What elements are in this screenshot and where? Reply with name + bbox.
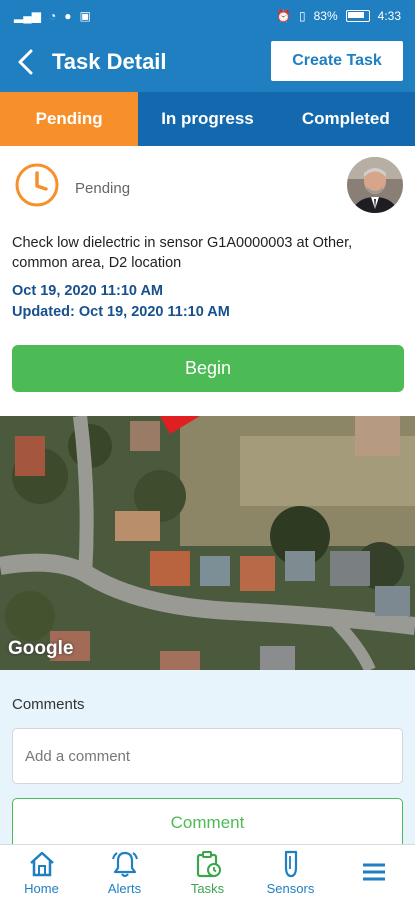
bell-icon <box>111 851 138 878</box>
nav-tasks-label: Tasks <box>190 881 225 896</box>
status-bar: ▂▄▆ ◔ ● ▣ ⏰ ▯ 83% 4:33 <box>0 0 415 32</box>
task-description: Check low dielectric in sensor G1A000000… <box>12 235 353 271</box>
nav-menu[interactable] <box>334 857 414 889</box>
status-tabs: Pending In progress Completed <box>0 92 415 146</box>
battery-percent: 83% <box>313 9 338 23</box>
image-icon: ▣ <box>79 9 91 23</box>
nav-home-label: Home <box>24 881 59 896</box>
tab-pending[interactable]: Pending <box>0 92 139 146</box>
clock-time: 4:33 <box>377 9 401 23</box>
signal-icon: ▂▄▆ <box>14 9 41 23</box>
menu-icon <box>362 863 385 880</box>
nav-alerts[interactable]: Alerts <box>85 849 165 896</box>
status-icons-left: ▂▄▆ ◔ ● ▣ <box>14 9 91 23</box>
comments-label: Comments <box>12 696 85 713</box>
page-title: Task Detail <box>52 49 167 74</box>
chevron-left-icon <box>18 49 33 75</box>
back-button[interactable] <box>6 32 46 92</box>
app-header: Task Detail Create Task <box>0 32 415 92</box>
clock-icon <box>14 162 60 208</box>
sensor-icon <box>284 850 297 878</box>
task-status: Pending <box>75 180 131 197</box>
alarm-icon: ⏰ <box>276 9 291 23</box>
google-attribution: Google <box>8 638 74 659</box>
avatar <box>347 157 403 213</box>
task-created-date: Oct 19, 2020 11:10 AM <box>12 283 163 299</box>
vibrate-icon: ▯ <box>299 9 306 23</box>
task-updated-date: Updated: Oct 19, 2020 11:10 AM <box>12 304 230 320</box>
notification-icon: ● <box>64 9 72 23</box>
battery-icon <box>345 10 370 22</box>
nav-alerts-label: Alerts <box>107 881 142 896</box>
nav-tasks[interactable]: Tasks <box>168 849 248 896</box>
wifi-icon: ◔ <box>48 9 57 23</box>
nav-sensors[interactable]: Sensors <box>251 849 331 896</box>
comment-input[interactable] <box>12 728 403 784</box>
status-icons-right: ⏰ ▯ 83% 4:33 <box>276 9 401 23</box>
home-icon <box>29 851 54 877</box>
nav-sensors-label: Sensors <box>266 881 315 896</box>
tasks-icon <box>196 851 221 878</box>
create-task-button[interactable]: Create Task <box>271 41 403 81</box>
map-view[interactable] <box>0 416 415 670</box>
tab-completed[interactable]: Completed <box>276 92 415 146</box>
bottom-nav: Home Alerts Tasks Sensors <box>0 844 415 900</box>
tab-in-progress[interactable]: In progress <box>138 92 277 146</box>
nav-home[interactable]: Home <box>2 849 82 896</box>
comment-button[interactable]: Comment <box>12 798 403 848</box>
begin-button[interactable]: Begin <box>12 345 404 392</box>
